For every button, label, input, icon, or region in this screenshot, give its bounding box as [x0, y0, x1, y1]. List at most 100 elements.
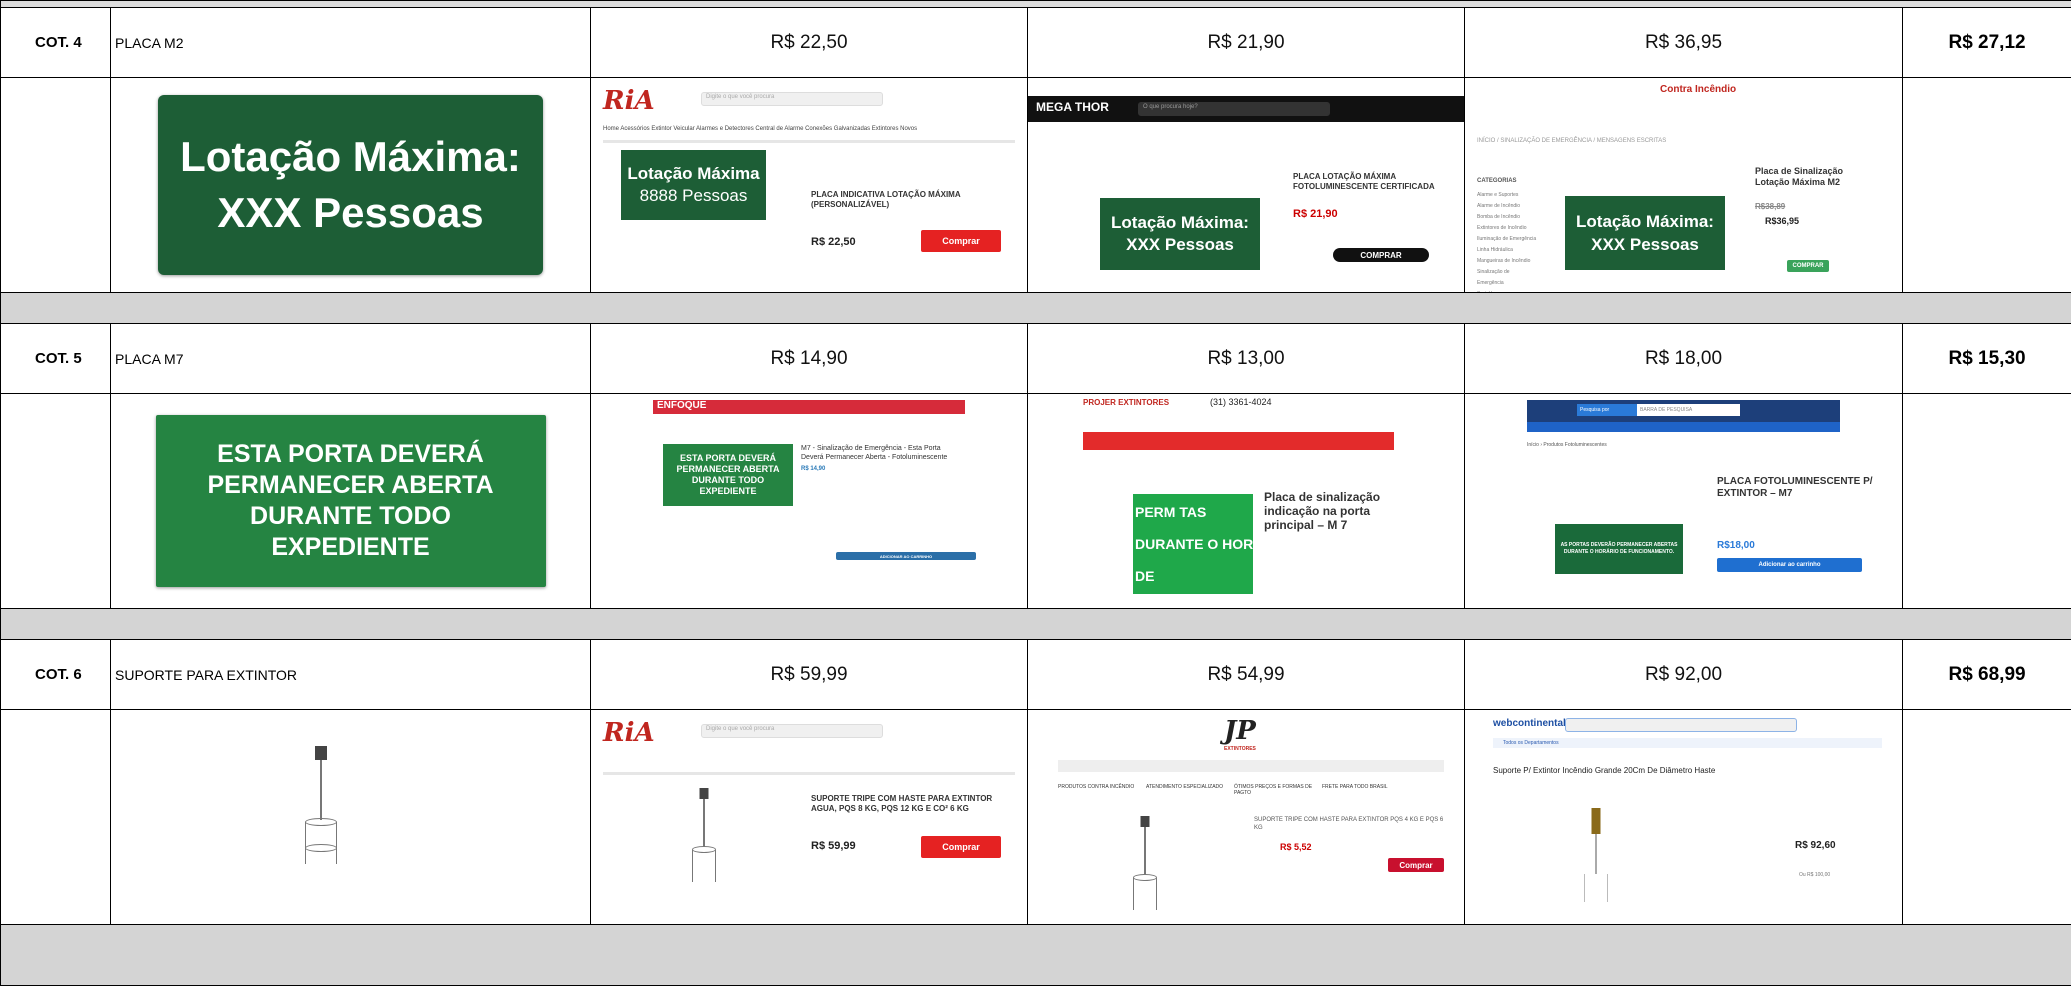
feature-list: PRODUTOS CONTRA INCÊNDIO ATENDIMENTO ESP…	[1058, 784, 1388, 796]
quote-table: COT. 4 PLACA M2 R$ 22,50 R$ 21,90 R$ 36,…	[0, 0, 2071, 986]
buy-button[interactable]: Comprar	[921, 836, 1001, 858]
buy-button[interactable]: COMPRAR	[1333, 248, 1429, 262]
extinguisher-stand-image	[689, 788, 719, 888]
shop-screenshot: Pesquisa por BARRA DE PESQUISA Início › …	[1464, 393, 1903, 609]
sign-line: XXX Pessoas	[217, 189, 484, 236]
row-separator	[0, 292, 2071, 324]
item-code: COT. 4	[0, 7, 111, 78]
category-item[interactable]: Mangueiras de Incêndio	[1477, 256, 1537, 267]
category-item[interactable]: Sinalização de Emergência	[1477, 267, 1537, 289]
product-image-cell	[110, 709, 591, 925]
product-price: R$ 5,52	[1280, 842, 1312, 852]
search-category[interactable]: Pesquisa por	[1577, 404, 1640, 416]
shop-screenshot: RiA Digite o que você procura Home Acess…	[590, 77, 1028, 293]
row-separator	[0, 608, 2071, 640]
category-item[interactable]: Bomba de Incêndio	[1477, 212, 1537, 223]
departments-menu[interactable]: Todos os Departamentos	[1493, 738, 1882, 748]
shop-screenshot: RiA Digite o que você procura SUPORTE TR…	[590, 709, 1028, 925]
shop-logo: ENFOQUE	[653, 400, 965, 414]
item-description: PLACA M2	[110, 7, 591, 78]
product-price: R$36,95	[1765, 216, 1800, 226]
product-title: M7 - Sinalização de Emergência - Esta Po…	[801, 445, 948, 461]
product-sign: Lotação Máxima: XXX Pessoas	[1565, 196, 1725, 270]
category-item[interactable]: Alarme e Suportes	[1477, 190, 1537, 201]
shop-logo: webcontinental	[1493, 718, 1566, 729]
product-price: R$ 22,50	[811, 236, 856, 248]
average-price: R$ 27,12	[1901, 7, 2071, 78]
product-sign: ESTA PORTA DEVERÁ PERMANECER ABERTA DURA…	[663, 444, 793, 506]
image-row: Lotação Máxima: XXX Pessoas RiA Digite o…	[0, 77, 2071, 293]
product-title: PLACA FOTOLUMINESCENTE P/ EXTINTOR – M7	[1717, 476, 1873, 499]
buy-button[interactable]: Comprar	[921, 230, 1001, 252]
shop-logo: RiA	[603, 86, 655, 116]
table-row: COT. 6 SUPORTE PARA EXTINTOR R$ 59,99 R$…	[0, 639, 2071, 710]
product-price: R$ 14,90	[801, 466, 826, 472]
item-description: PLACA M7	[110, 323, 591, 394]
product-sign: Lotação Máxima 8888 Pessoas	[621, 150, 766, 220]
search-input[interactable]: BARRA DE PESQUISA	[1637, 404, 1740, 416]
shop-logo: Contra Incêndio	[1660, 84, 1737, 95]
category-item[interactable]: Alarme de Incêndio	[1477, 201, 1537, 212]
product-sign: AS PORTAS DEVERÃO PERMANECER ABERTAS DUR…	[1555, 524, 1683, 574]
price-cell: R$ 92,00	[1464, 639, 1903, 710]
search-input: Digite o que você procura	[701, 92, 883, 106]
product-image-cell: Lotação Máxima: XXX Pessoas	[110, 77, 591, 293]
top-band	[0, 0, 2071, 8]
product-sign: Lotação Máxima: XXX Pessoas	[1100, 198, 1260, 270]
price-cell: R$ 59,99	[590, 639, 1028, 710]
shop-phone: (31) 3361-4024	[1210, 397, 1272, 407]
product-title: Placa de sinalização indicação na porta …	[1264, 490, 1381, 532]
product-title: Placa de Sinalização Lotação Máxima M2	[1755, 166, 1844, 187]
shop-logo: MEGA THOR	[1036, 100, 1109, 114]
product-price: R$18,00	[1717, 540, 1755, 551]
buy-button[interactable]: Comprar	[1388, 858, 1444, 872]
category-item[interactable]: Iluminação de Emergência	[1477, 234, 1537, 245]
shop-logo-sub: EXTINTORES	[1224, 746, 1256, 752]
price-cell: R$ 22,50	[590, 7, 1028, 78]
table-row: COT. 5 PLACA M7 R$ 14,90 R$ 13,00 R$ 18,…	[0, 323, 2071, 394]
item-description: SUPORTE PARA EXTINTOR	[110, 639, 591, 710]
old-price: R$38,89	[1755, 202, 1786, 211]
shop-logo: PROJER EXTINTORES	[1083, 398, 1170, 407]
price-cell: R$ 54,99	[1027, 639, 1465, 710]
price-cell: R$ 36,95	[1464, 7, 1903, 78]
item-code: COT. 5	[0, 323, 111, 394]
category-item[interactable]: Extintores de Incêndio	[1477, 223, 1537, 234]
menu-bar	[1527, 422, 1840, 432]
row-separator	[0, 924, 2071, 986]
price-cell: R$ 14,90	[590, 323, 1028, 394]
product-sign: Lotação Máxima: XXX Pessoas	[158, 95, 543, 275]
product-price: R$ 92,60	[1795, 840, 1836, 851]
nav-bar	[1083, 432, 1394, 450]
shop-logo: JP	[1224, 716, 1256, 746]
price-cell: R$ 21,90	[1027, 7, 1465, 78]
product-sign: ESTA PORTA DEVERÁ PERMANECER ABERTA DURA…	[155, 415, 546, 587]
menu-bar	[1058, 760, 1444, 772]
shop-screenshot: ENFOQUE ESTA PORTA DEVERÁ PERMANECER ABE…	[590, 393, 1028, 609]
menu-bar: Home Acessórios Extintor Veicular Alarme…	[603, 126, 918, 132]
shop-screenshot: JP EXTINTORES PRODUTOS CONTRA INCÊNDIO A…	[1027, 709, 1465, 925]
shop-screenshot: Contra Incêndio INÍCIO / SINALIZAÇÃO DE …	[1464, 77, 1903, 293]
shop-logo: RiA	[603, 718, 655, 748]
product-title: SUPORTE TRIPE COM HASTE PARA EXTINTOR AG…	[811, 794, 993, 813]
average-price: R$ 15,30	[1901, 323, 2071, 394]
product-title: PLACA LOTAÇÃO MÁXIMA FOTOLUMINESCENTE CE…	[1293, 172, 1435, 191]
product-title: PLACA INDICATIVA LOTAÇÃO MÁXIMA (PERSONA…	[811, 190, 961, 209]
search-input: Digite o que você procura	[701, 724, 883, 738]
breadcrumb: Início › Produtos Fotoluminescentes	[1527, 442, 1607, 448]
category-item[interactable]: Linha Hidráulica	[1477, 245, 1537, 256]
buy-button[interactable]: COMPRAR	[1787, 260, 1829, 272]
installment-price: Ou R$ 100,00	[1799, 872, 1831, 878]
add-to-cart-button[interactable]: Adicionar ao carrinho	[1717, 558, 1862, 572]
product-title: SUPORTE TRIPE COM HASTE PARA EXTINTOR PQ…	[1254, 817, 1444, 831]
category-item[interactable]: Sprinklers	[1477, 289, 1537, 292]
extinguisher-stand-image	[301, 746, 341, 876]
breadcrumb: INÍCIO / SINALIZAÇÃO DE EMERGÊNCIA / MEN…	[1477, 138, 1667, 144]
image-row: ESTA PORTA DEVERÁ PERMANECER ABERTA DURA…	[0, 393, 2071, 609]
product-sign: TAS DEVERÃO PERM TAS DURANTE O HOR DE FU…	[1133, 494, 1253, 594]
price-cell: R$ 13,00	[1027, 323, 1465, 394]
product-image-cell: ESTA PORTA DEVERÁ PERMANECER ABERTA DURA…	[110, 393, 591, 609]
sign-line: Lotação Máxima:	[180, 133, 521, 180]
categories-heading: CATEGORIAS	[1477, 178, 1517, 184]
add-to-cart-button[interactable]: ADICIONAR AO CARRINHO	[836, 552, 976, 560]
